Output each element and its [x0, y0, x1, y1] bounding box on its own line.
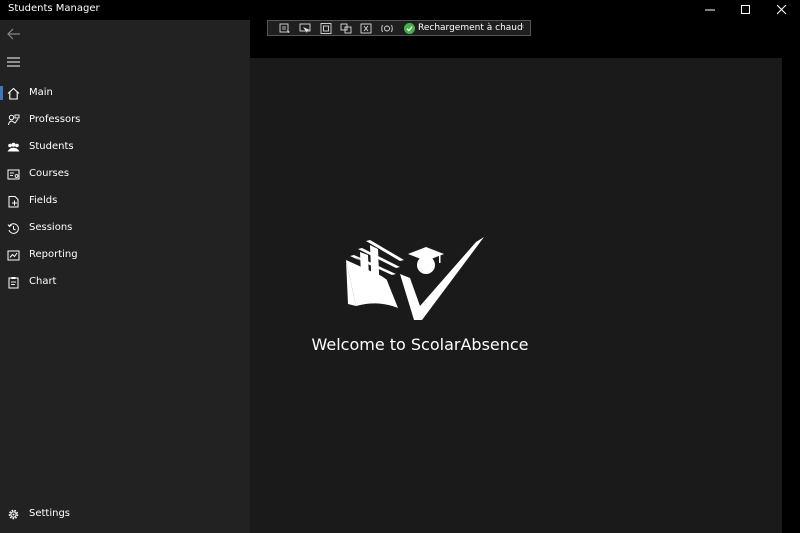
people-icon [7, 142, 20, 152]
nav-item-chart[interactable]: Chart [0, 269, 250, 296]
hamburger-icon [7, 57, 20, 67]
app-title: Students Manager [8, 3, 100, 14]
back-arrow-icon [7, 28, 20, 40]
professor-icon [8, 114, 20, 126]
nav-label-chart: Chart [29, 276, 57, 287]
nav-item-main[interactable]: Main [0, 80, 250, 107]
nav-item-courses[interactable]: Courses [0, 161, 250, 188]
menu-toggle-button[interactable] [0, 50, 28, 74]
nav-label-students: Students [29, 141, 74, 152]
select-element-icon[interactable] [299, 23, 311, 34]
navigation-pane: Main Professors Students Courses Fields … [0, 20, 250, 533]
nav-item-fields[interactable]: Fields [0, 188, 250, 215]
track-focus-icon[interactable] [340, 23, 352, 34]
courses-icon [7, 169, 20, 180]
maximize-icon [741, 5, 750, 14]
gear-icon [8, 509, 19, 520]
report-icon [7, 250, 20, 261]
minimize-icon [705, 9, 715, 11]
hot-reload-label: Rechargement à chaud [418, 23, 523, 33]
nav-label-professors: Professors [29, 114, 81, 125]
history-icon [7, 223, 19, 234]
scolarabsence-logo [346, 237, 484, 320]
nav-label-settings: Settings [29, 508, 71, 519]
accessibility-icon[interactable] [381, 23, 393, 34]
collapse-toolbar-icon[interactable]: ‹ [521, 22, 525, 32]
nav-item-sessions[interactable]: Sessions [0, 215, 250, 242]
fields-icon [8, 196, 19, 208]
nav-item-settings[interactable]: Settings [0, 501, 250, 528]
nav-label-sessions: Sessions [29, 222, 73, 233]
live-visual-tree-icon[interactable] [279, 23, 291, 34]
minimize-button[interactable] [693, 0, 727, 20]
display-layout-adorners-icon[interactable] [320, 23, 332, 34]
check-circle-icon [404, 23, 415, 34]
nav-item-students[interactable]: Students [0, 134, 250, 161]
nav-item-reporting[interactable]: Reporting [0, 242, 250, 269]
maximize-button[interactable] [729, 0, 763, 20]
title-bar: Students Manager [0, 0, 800, 20]
back-button[interactable] [0, 22, 28, 46]
nav-label-reporting: Reporting [29, 249, 78, 260]
close-icon [777, 5, 787, 15]
clipboard-icon [8, 277, 19, 289]
nav-label-fields: Fields [29, 195, 58, 206]
close-button[interactable] [765, 0, 799, 20]
binding-failures-icon[interactable] [360, 23, 372, 34]
home-icon [7, 87, 20, 100]
nav-label-courses: Courses [29, 168, 70, 179]
main-content [250, 58, 782, 533]
nav-label-main: Main [29, 87, 53, 98]
welcome-message: Welcome to ScolarAbsence [311, 335, 529, 354]
xaml-debug-toolbar: Rechargement à chaud ‹ [267, 20, 531, 36]
nav-item-professors[interactable]: Professors [0, 107, 250, 134]
